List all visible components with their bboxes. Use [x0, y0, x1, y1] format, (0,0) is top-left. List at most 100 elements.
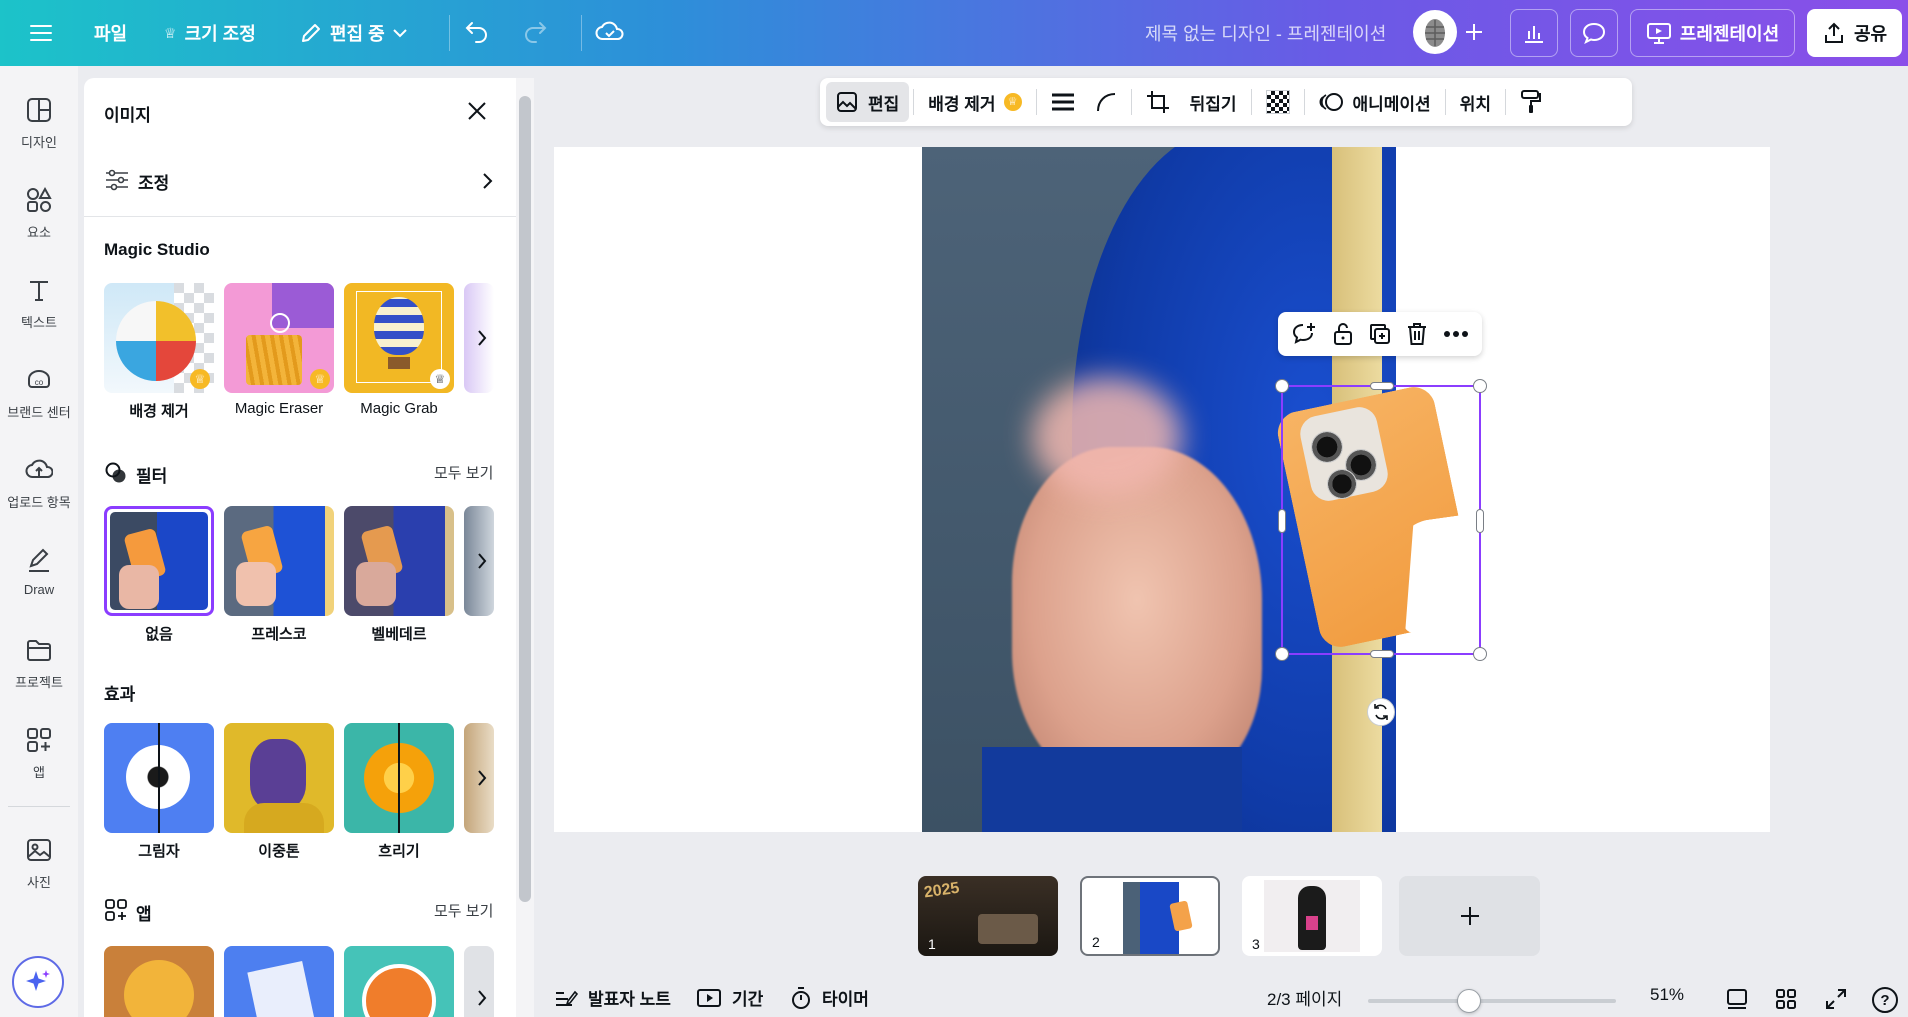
page-number: 2 — [1092, 934, 1100, 950]
flip-button[interactable]: 뒤집기 — [1180, 82, 1247, 122]
view-mode-button[interactable] — [1725, 988, 1749, 1015]
apps-see-all-link[interactable]: 모두 보기 — [434, 900, 493, 921]
rail-item-draw[interactable]: Draw — [0, 546, 78, 597]
close-panel-button[interactable] — [466, 100, 488, 127]
app-tile[interactable] — [344, 946, 454, 1017]
resize-handle-s[interactable] — [1370, 650, 1394, 658]
selection-box[interactable] — [1275, 379, 1487, 661]
effect-blur-tile[interactable] — [344, 723, 454, 833]
border-style-button[interactable] — [1041, 82, 1085, 122]
present-button[interactable]: 프레젠테이션 — [1630, 9, 1795, 57]
design-canvas[interactable] — [554, 147, 1770, 832]
resize-handle-w[interactable] — [1278, 509, 1286, 533]
page-thumbnail-3[interactable]: 3 — [1242, 876, 1382, 956]
editing-mode-dropdown[interactable]: 편집 중 — [286, 11, 421, 55]
resize-handle-nw[interactable] — [1275, 379, 1289, 393]
app-tile[interactable] — [104, 946, 214, 1017]
filter-fresco-tile[interactable] — [224, 506, 334, 616]
bg-remove-button[interactable]: 배경 제거 ♕ — [918, 82, 1031, 122]
cloud-save-button[interactable] — [595, 17, 625, 50]
add-comment-icon[interactable] — [1291, 322, 1317, 346]
effect-duotone-tile[interactable] — [224, 723, 334, 833]
resize-handle-n[interactable] — [1370, 382, 1394, 390]
corner-rounding-button[interactable] — [1085, 82, 1127, 122]
more-options-icon[interactable] — [1443, 330, 1469, 338]
folder-icon — [27, 640, 51, 661]
zoom-slider[interactable] — [1368, 989, 1616, 1013]
notes-button[interactable]: 발표자 노트 — [554, 985, 671, 1010]
divider — [449, 15, 450, 51]
add-page-button[interactable] — [1399, 876, 1540, 956]
scroll-right-button[interactable] — [468, 324, 496, 352]
divider — [1444, 89, 1446, 115]
magic-grab-tile[interactable]: ♕ — [344, 283, 454, 393]
rail-item-photos[interactable]: 사진 — [0, 836, 78, 891]
hamburger-icon — [30, 25, 52, 41]
undo-button[interactable] — [463, 17, 491, 50]
undo-icon — [465, 22, 487, 43]
rail-item-text[interactable]: 텍스트 — [0, 276, 78, 331]
help-button[interactable]: ? — [1872, 987, 1898, 1013]
animate-button[interactable]: 애니메이션 — [1309, 82, 1441, 122]
magic-eraser-tile[interactable]: ♕ — [224, 283, 334, 393]
filters-see-all-link[interactable]: 모두 보기 — [434, 462, 493, 483]
filter-none-tile[interactable] — [104, 506, 214, 616]
redo-icon — [525, 22, 547, 43]
duration-button[interactable]: 기간 — [696, 985, 763, 1010]
add-collaborator-button[interactable] — [1456, 14, 1492, 50]
duplicate-icon[interactable] — [1368, 322, 1392, 346]
unlock-icon[interactable] — [1332, 322, 1354, 346]
avatar[interactable] — [1413, 10, 1457, 54]
insights-button[interactable] — [1510, 9, 1558, 57]
menu-button[interactable] — [22, 11, 60, 55]
rail-item-projects[interactable]: 프로젝트 — [0, 636, 78, 691]
effect-shadow-tile[interactable] — [104, 723, 214, 833]
scroll-right-button[interactable] — [468, 547, 496, 575]
document-title[interactable]: 제목 없는 디자인 - 프레젠테이션 — [1145, 20, 1386, 46]
file-menu[interactable]: 파일 — [80, 11, 141, 55]
rail-item-uploads[interactable]: 업로드 항목 — [0, 456, 78, 511]
scroll-right-button[interactable] — [468, 984, 496, 1012]
position-button[interactable]: 위치 — [1450, 82, 1501, 122]
filter-belvedere-tile[interactable] — [344, 506, 454, 616]
resize-label: 크기 조정 — [184, 24, 256, 44]
rotate-handle[interactable] — [1367, 698, 1395, 726]
pinecone-icon — [1425, 19, 1445, 47]
resize-handle-ne[interactable] — [1473, 379, 1487, 393]
page-thumbnail-1[interactable]: 2025 1 — [918, 876, 1058, 956]
crop-button[interactable] — [1136, 82, 1180, 122]
grid-view-button[interactable] — [1775, 988, 1797, 1015]
magic-studio-heading: Magic Studio — [104, 240, 210, 259]
trash-icon[interactable] — [1406, 322, 1428, 346]
copy-style-button[interactable] — [1510, 82, 1552, 122]
comments-button[interactable] — [1570, 9, 1618, 57]
rail-item-brand[interactable]: co 브랜드 센터 — [0, 366, 78, 421]
resize-handle-se[interactable] — [1473, 647, 1487, 661]
rail-item-elements[interactable]: 요소 — [0, 186, 78, 241]
rail-item-apps[interactable]: 앱 — [0, 726, 78, 781]
resize-handle-e[interactable] — [1476, 509, 1484, 533]
border-lines-icon — [1051, 93, 1074, 111]
edit-image-button[interactable]: 편집 — [826, 82, 910, 122]
page-indicator[interactable]: 2/3 페이지 — [1267, 985, 1342, 1010]
magic-assistant-button[interactable] — [12, 956, 64, 1008]
zoom-slider-thumb[interactable] — [1457, 989, 1482, 1013]
rail-item-design[interactable]: 디자인 — [0, 96, 78, 151]
fullscreen-button[interactable] — [1825, 988, 1847, 1015]
close-icon — [468, 102, 486, 120]
resize-button[interactable]: ♕ 크기 조정 — [150, 11, 270, 55]
timer-button[interactable]: 타이머 — [790, 985, 869, 1010]
crown-badge-icon: ♕ — [430, 369, 450, 389]
panel-scrollbar-thumb[interactable] — [519, 96, 531, 902]
adjust-row[interactable]: 조정 — [104, 166, 500, 196]
corner-icon — [1096, 93, 1115, 112]
zoom-percentage[interactable]: 51% — [1650, 985, 1684, 1005]
app-tile[interactable] — [224, 946, 334, 1017]
resize-handle-sw[interactable] — [1275, 647, 1289, 661]
redo-button[interactable] — [521, 17, 549, 50]
scroll-right-button[interactable] — [468, 764, 496, 792]
page-thumbnail-2[interactable]: 2 — [1080, 876, 1220, 956]
share-button[interactable]: 공유 — [1807, 9, 1902, 57]
bg-remove-tile[interactable]: ♕ — [104, 283, 214, 393]
transparency-button[interactable] — [1256, 82, 1300, 122]
